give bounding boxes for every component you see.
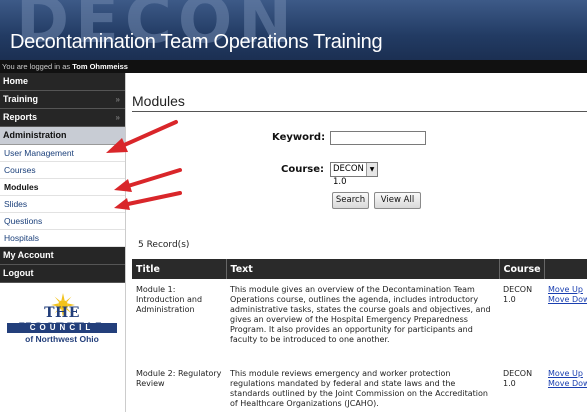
logo-line-3: of Northwest Ohio: [25, 334, 99, 344]
site-title: Decontamination Team Operations Training: [10, 31, 383, 53]
module-course: DECON 1.0: [503, 369, 533, 388]
table-row: Module 2: Regulatory Review This module …: [132, 359, 587, 409]
keyword-input[interactable]: [330, 131, 426, 145]
nav-item-questions[interactable]: Questions: [0, 213, 125, 230]
module-title: Module 2: Regulatory Review: [136, 369, 222, 388]
col-text-header: Text: [226, 259, 500, 279]
nav-logout-label: Logout: [3, 268, 34, 278]
login-status-bar: You are logged in as Tom Ohmmeiss: [0, 60, 587, 73]
annotation-arrow-administration: [106, 120, 178, 153]
nav-home[interactable]: Home: [0, 73, 125, 91]
hospital-council-logo: THE HOSPITAL COUNCIL of Northwest Ohio: [7, 293, 117, 345]
nav-training[interactable]: Training »: [0, 91, 125, 109]
main-content: Modules Keyword: Course: DECON 1.0 ▼ Sea…: [126, 73, 587, 412]
module-text: This module gives an overview of the Dec…: [230, 285, 491, 344]
nav-training-label: Training: [3, 94, 39, 104]
nav-administration-label: Administration: [3, 130, 67, 140]
nav-item-modules[interactable]: Modules: [0, 179, 125, 196]
col-course-header: Course: [499, 259, 545, 279]
nav-item-courses[interactable]: Courses: [0, 162, 125, 179]
nav-my-account[interactable]: My Account: [0, 247, 125, 265]
view-all-button[interactable]: View All: [374, 192, 421, 209]
move-down-link[interactable]: Move Down: [548, 379, 587, 389]
col-title-header: Title: [132, 259, 227, 279]
site-header: DECON Decontamination Team Operations Tr…: [0, 0, 587, 60]
nav-item-slides[interactable]: Slides: [0, 196, 125, 213]
module-actions: Move Up Move Down: [544, 359, 587, 409]
dropdown-arrow-icon[interactable]: ▼: [366, 163, 377, 176]
nav-reports-label: Reports: [3, 112, 38, 122]
annotation-arrow-slides: [114, 191, 182, 210]
nav-home-label: Home: [3, 76, 29, 86]
module-text: This module reviews emergency and worker…: [230, 369, 488, 408]
nav-logout[interactable]: Logout: [0, 265, 125, 283]
move-up-link[interactable]: Move Up: [548, 369, 583, 379]
page-title: Modules: [132, 93, 185, 109]
table-header-row: Title Text Course: [132, 259, 587, 279]
move-up-link[interactable]: Move Up: [548, 285, 583, 295]
course-selected-value: DECON 1.0: [333, 164, 364, 187]
title-divider: [132, 111, 587, 112]
course-select[interactable]: DECON 1.0 ▼: [330, 162, 378, 187]
chevron-icon: »: [115, 95, 120, 104]
login-prefix: You are logged in as: [2, 62, 71, 71]
module-actions: Move Up Move Down: [544, 279, 587, 359]
logged-in-user: Tom Ohmmeiss: [72, 62, 128, 71]
col-actions-header: [544, 259, 587, 279]
modules-table: Title Text Course Module 1: Introduction…: [132, 259, 587, 409]
keyword-label: Keyword:: [272, 132, 326, 143]
module-course: DECON 1.0: [503, 285, 533, 304]
course-label: Course:: [281, 164, 324, 175]
move-down-link[interactable]: Move Down: [548, 295, 587, 305]
nav-item-hospitals[interactable]: Hospitals: [0, 230, 125, 247]
search-button[interactable]: Search: [332, 192, 369, 209]
module-title: Module 1: Introduction and Administratio…: [136, 285, 203, 314]
record-count: 5 Record(s): [138, 240, 190, 250]
table-row: Module 1: Introduction and Administratio…: [132, 279, 587, 359]
nav-my-account-label: My Account: [3, 250, 54, 260]
logo-line-2: COUNCIL: [7, 323, 117, 333]
